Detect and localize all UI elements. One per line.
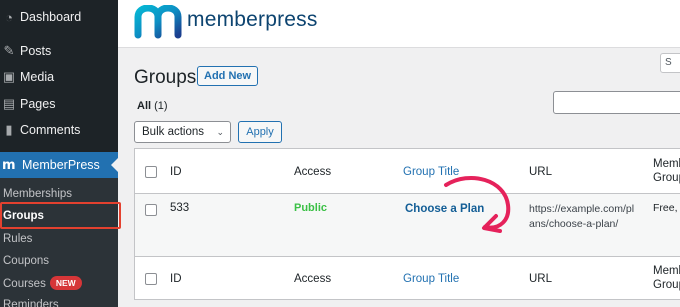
sidebar-item-posts[interactable]: ✎ Posts (0, 38, 118, 64)
column-access: Access (294, 166, 332, 178)
row-memberships: Free, (653, 202, 678, 214)
submenu-item-rules[interactable]: Rules (3, 233, 32, 245)
sidebar-item-dashboard[interactable]: ◔ Dashboard (0, 4, 118, 30)
chevron-down-icon: ⌄ (216, 127, 224, 137)
bulk-actions-label: Bulk actions (142, 126, 205, 138)
row-url-line2: ans/choose-a-plan/ (529, 218, 619, 230)
groups-table: ID Access Group Title URL Memb Group 533… (134, 148, 680, 300)
memberpress-logo-text: memberpress (187, 8, 318, 31)
column-id[interactable]: ID (170, 166, 182, 178)
submenu-item-courses-label: Courses (3, 278, 46, 290)
sidebar-item-pages[interactable]: ▤ Pages (0, 91, 118, 117)
pages-icon: ▤ (2, 96, 16, 111)
screen-options-button[interactable]: S (660, 53, 680, 73)
bulk-actions-select[interactable]: Bulk actions ⌄ (134, 121, 231, 143)
new-badge: NEW (49, 276, 82, 290)
column-group-title[interactable]: Group Title (403, 166, 459, 178)
filter-all-label: All (137, 100, 152, 112)
memberpress-submenu: Memberships Groups Rules Coupons Courses… (0, 178, 118, 307)
sidebar-item-comments[interactable]: ▮ Comments (0, 117, 118, 143)
memberpress-logo-icon (134, 5, 182, 39)
column-memberships-line2: Group (653, 172, 680, 184)
submenu-item-memberships[interactable]: Memberships (3, 188, 72, 200)
admin-sidebar: ◔ Dashboard ✎ Posts ▣ Media ▤ Pages ▮ Co… (0, 0, 118, 307)
add-new-button[interactable]: Add New (197, 66, 259, 86)
submenu-item-coupons[interactable]: Coupons (3, 255, 49, 267)
submenu-item-reminders[interactable]: Reminders (3, 299, 59, 307)
table-row: 533 Public Choose a Plan https://example… (135, 194, 680, 257)
pin-icon: ✎ (3, 43, 15, 58)
groups-highlight-box (0, 202, 121, 229)
row-access-badge: Public (294, 202, 328, 214)
sidebar-item-memberpress[interactable]: m MemberPress (0, 152, 118, 178)
select-all-checkbox[interactable] (145, 166, 157, 178)
current-menu-arrow (111, 158, 118, 172)
sidebar-item-media[interactable]: ▣ Media (0, 64, 118, 90)
select-all-checkbox-footer[interactable] (145, 273, 157, 285)
media-icon: ▣ (2, 69, 16, 84)
footer-column-access: Access (294, 273, 332, 285)
comment-icon: ▮ (5, 122, 13, 137)
search-input[interactable] (553, 91, 680, 114)
row-id: 533 (170, 202, 190, 214)
footer-column-memberships: Memb Group (653, 264, 680, 292)
footer-column-group-title[interactable]: Group Title (403, 273, 459, 285)
footer-column-memberships-line2: Group (653, 279, 680, 291)
footer-column-url: URL (529, 273, 553, 285)
row-url[interactable]: https://example.com/pl ans/choose-a-plan… (529, 202, 634, 232)
row-group-title-link[interactable]: Choose a Plan (405, 203, 484, 215)
memberpress-header: memberpress (118, 0, 680, 48)
page-title: Groups (134, 67, 197, 88)
memberpress-icon: m (2, 157, 16, 173)
submenu-item-courses[interactable]: Courses NEW (3, 276, 82, 290)
footer-column-id[interactable]: ID (170, 273, 182, 285)
row-checkbox[interactable] (145, 204, 157, 216)
apply-button[interactable]: Apply (238, 121, 282, 143)
column-memberships-line1: Memb (653, 158, 680, 170)
table-header-row: ID Access Group Title URL Memb Group (135, 149, 680, 194)
footer-column-memberships-line1: Memb (653, 265, 680, 277)
filter-all-count: (1) (154, 100, 168, 112)
table-footer-row: ID Access Group Title URL Memb Group (135, 256, 680, 300)
row-url-line1: https://example.com/pl (529, 203, 635, 215)
column-url: URL (529, 166, 553, 178)
column-memberships: Memb Group (653, 157, 680, 185)
filter-all[interactable]: All (1) (137, 100, 168, 112)
dashboard-icon: ◔ (5, 9, 13, 25)
